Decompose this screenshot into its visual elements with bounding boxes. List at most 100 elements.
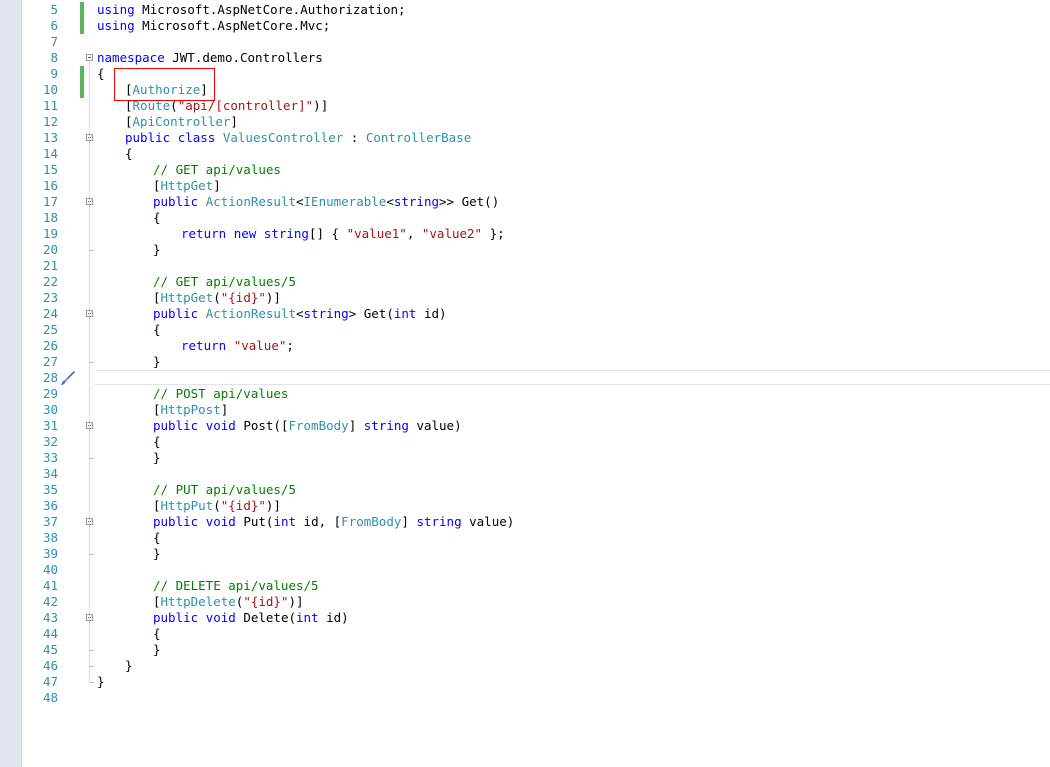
collapse-icon[interactable] [86,54,93,61]
code-line[interactable]: 47} [0,674,1050,690]
line-number: 42 [42,594,58,609]
code-line[interactable]: 37 public void Put(int id, [FromBody] str… [0,514,1050,530]
code-line[interactable]: 31 public void Post([FromBody] string val… [0,418,1050,434]
change-indicator [80,2,84,18]
code-text: { [125,146,133,161]
line-number: 16 [42,178,58,193]
line-number: 26 [42,338,58,353]
code-line[interactable]: 34 [0,466,1050,482]
line-number: 22 [42,274,58,289]
code-text: [HttpPut("{id}")] [153,498,281,513]
code-line[interactable]: 32 { [0,434,1050,450]
code-line[interactable]: 17 public ActionResult<IEnumerable<string… [0,194,1050,210]
code-line[interactable]: 28 [0,370,1050,386]
code-line[interactable]: 38 { [0,530,1050,546]
line-number: 23 [42,290,58,305]
code-line[interactable]: 25 { [0,322,1050,338]
code-text: } [153,354,161,369]
line-number: 43 [42,610,58,625]
code-line[interactable]: 15 // GET api/values [0,162,1050,178]
code-line[interactable]: 29 // POST api/values [0,386,1050,402]
code-text: return "value"; [181,338,294,353]
code-text: // PUT api/values/5 [153,482,296,497]
code-line[interactable]: 35 // PUT api/values/5 [0,482,1050,498]
code-text: return new string[] { "value1", "value2"… [181,226,505,241]
code-line[interactable]: 8 namespace JWT.demo.Controllers [0,50,1050,66]
code-line[interactable]: 33} [0,450,1050,466]
line-number: 11 [42,98,58,113]
code-text: { [153,322,161,337]
code-line[interactable]: 6 using Microsoft.AspNetCore.Mvc; [0,18,1050,34]
line-number: 33 [42,450,58,465]
outline-guide [89,206,91,250]
code-text: public ActionResult<string> Get(int id) [153,306,447,321]
outline-guide-end [89,362,94,363]
line-number: 47 [42,674,58,689]
paintbrush-icon[interactable] [60,370,76,386]
code-line[interactable]: 20} [0,242,1050,258]
code-editor[interactable]: 5 using Microsoft.AspNetCore.Authorizatio… [0,0,1050,767]
code-line[interactable]: 23 [HttpGet("{id}")] [0,290,1050,306]
code-line[interactable]: 30 [HttpPost] [0,402,1050,418]
code-line[interactable]: 40 [0,562,1050,578]
code-line[interactable]: 16 [HttpGet] [0,178,1050,194]
code-line[interactable]: 41 // DELETE api/values/5 [0,578,1050,594]
code-line[interactable]: 22 // GET api/values/5 [0,274,1050,290]
line-number: 13 [42,130,58,145]
line-number: 35 [42,482,58,497]
line-number: 20 [42,242,58,257]
code-text: } [125,658,133,673]
code-line[interactable]: 24 public ActionResult<string> Get(int id… [0,306,1050,322]
code-line[interactable]: 18 { [0,210,1050,226]
outline-guide-end [89,682,94,683]
code-line[interactable]: 36 [HttpPut("{id}")] [0,498,1050,514]
outline-guide-end [89,458,94,459]
line-number: 34 [42,466,58,481]
change-indicator [80,66,84,82]
annotation-highlight-box [114,68,215,101]
code-text: } [153,546,161,561]
code-line[interactable]: 7 [0,34,1050,50]
code-text: { [153,210,161,225]
code-text: } [153,450,161,465]
code-line[interactable]: 26 return "value"; [0,338,1050,354]
code-text: public ActionResult<IEnumerable<string>>… [153,194,500,209]
outline-guide-end [89,666,94,667]
code-line[interactable]: 46} [0,658,1050,674]
line-number: 6 [50,18,58,33]
code-text: [ApiController] [125,114,238,129]
code-line[interactable]: 21 [0,258,1050,274]
code-text: // POST api/values [153,386,289,401]
code-line[interactable]: 43 public void Delete(int id) [0,610,1050,626]
code-line[interactable]: 19 return new string[] { "value1", "value… [0,226,1050,242]
code-line[interactable]: 39} [0,546,1050,562]
code-line[interactable]: 42 [HttpDelete("{id}")] [0,594,1050,610]
code-text: // GET api/values/5 [153,274,296,289]
line-number: 29 [42,386,58,401]
code-text: public class ValuesController : Controll… [125,130,472,145]
code-line[interactable]: 44 { [0,626,1050,642]
line-number: 30 [42,402,58,417]
code-text: using Microsoft.AspNetCore.Authorization… [97,2,406,17]
code-text: [HttpGet] [153,178,221,193]
code-line[interactable]: 5 using Microsoft.AspNetCore.Authorizatio… [0,2,1050,18]
line-number: 7 [50,34,58,49]
code-line[interactable]: 27} [0,354,1050,370]
outline-guide-end [89,554,94,555]
line-number: 36 [42,498,58,513]
code-line[interactable]: 13 public class ValuesController : Contro… [0,130,1050,146]
code-line[interactable]: 14 { [0,146,1050,162]
line-number: 44 [42,626,58,641]
outline-guide-end [89,650,94,651]
code-text: [HttpGet("{id}")] [153,290,281,305]
line-number: 41 [42,578,58,593]
code-text: namespace JWT.demo.Controllers [97,50,323,65]
line-number: 37 [42,514,58,529]
line-number: 45 [42,642,58,657]
line-number: 5 [50,2,58,17]
line-number: 18 [42,210,58,225]
code-line[interactable]: 48 [0,690,1050,706]
outline-guide [89,526,91,554]
code-line[interactable]: 12 [ApiController] [0,114,1050,130]
code-line[interactable]: 45} [0,642,1050,658]
